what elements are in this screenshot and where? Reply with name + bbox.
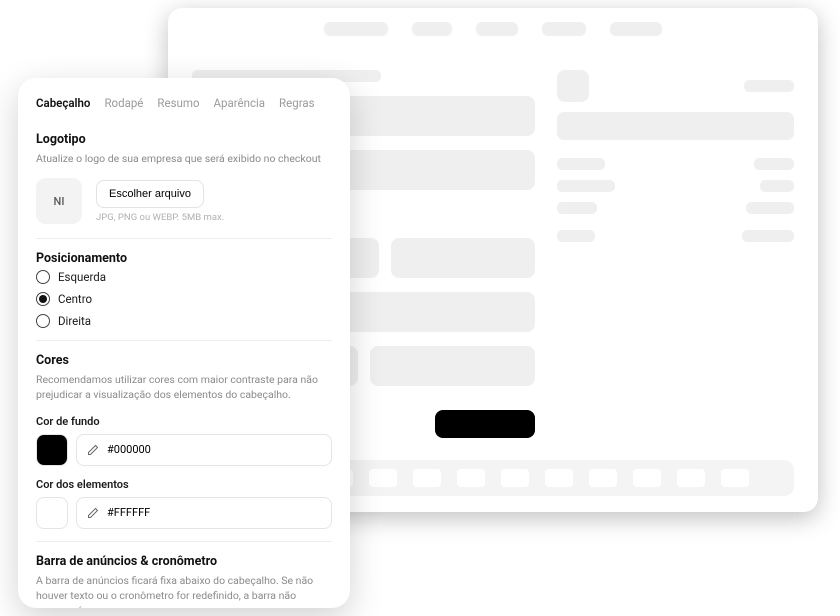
bg-color-input[interactable] xyxy=(107,443,321,456)
pencil-icon xyxy=(87,444,99,456)
skeleton xyxy=(413,469,441,487)
divider xyxy=(36,541,332,542)
bg-color-label: Cor de fundo xyxy=(36,415,332,428)
skeleton xyxy=(412,22,452,36)
bg-color-swatch[interactable] xyxy=(36,434,68,466)
radio-right[interactable]: Direita xyxy=(36,314,332,328)
radio-left-label: Esquerda xyxy=(58,270,106,284)
position-section-title: Posicionamento xyxy=(36,251,332,266)
el-color-swatch[interactable] xyxy=(36,497,68,529)
position-radio-group: Esquerda Centro Direita xyxy=(36,270,332,328)
settings-panel: Cabeçalho Rodapé Resumo Aparência Regras… xyxy=(18,78,350,608)
announce-section-title: Barra de anúncios & cronômetro xyxy=(36,554,332,569)
skeleton xyxy=(557,112,794,140)
bg-color-input-wrapper[interactable] xyxy=(76,434,332,466)
tab-resumo[interactable]: Resumo xyxy=(157,96,199,110)
divider xyxy=(36,238,332,239)
preview-right-column xyxy=(557,70,794,438)
el-color-input[interactable] xyxy=(107,506,321,519)
skeleton xyxy=(610,22,662,36)
radio-right-label: Direita xyxy=(58,314,91,328)
skeleton xyxy=(542,22,586,36)
skeleton xyxy=(589,469,617,487)
skeleton xyxy=(557,230,595,242)
file-hint: JPG, PNG ou WEBP. 5MB max. xyxy=(96,212,224,223)
skeleton xyxy=(370,346,536,386)
choose-file-button[interactable]: Escolher arquivo xyxy=(96,180,204,208)
skeleton xyxy=(324,22,388,36)
skeleton xyxy=(369,469,397,487)
skeleton xyxy=(557,202,597,214)
preview-topbar xyxy=(168,8,818,50)
skeleton xyxy=(457,469,485,487)
skeleton xyxy=(633,469,661,487)
radio-left[interactable]: Esquerda xyxy=(36,270,332,284)
skeleton xyxy=(501,469,529,487)
skeleton xyxy=(557,180,615,192)
logo-section-desc: Atualize o logo de sua empresa que será … xyxy=(36,151,332,166)
colors-section-title: Cores xyxy=(36,353,332,368)
tab-aparencia[interactable]: Aparência xyxy=(214,96,266,110)
tab-rodape[interactable]: Rodapé xyxy=(104,96,143,110)
skeleton xyxy=(754,158,794,170)
skeleton xyxy=(746,202,794,214)
skeleton xyxy=(677,469,705,487)
pencil-icon xyxy=(87,507,99,519)
radio-dot-icon xyxy=(36,270,50,284)
logo-section-title: Logotipo xyxy=(36,132,332,147)
skeleton xyxy=(557,70,589,102)
divider xyxy=(36,340,332,341)
radio-dot-icon xyxy=(36,292,50,306)
el-color-input-wrapper[interactable] xyxy=(76,497,332,529)
skeleton xyxy=(476,22,518,36)
skeleton xyxy=(744,80,794,92)
radio-dot-icon xyxy=(36,314,50,328)
skeleton xyxy=(391,238,535,278)
el-color-label: Cor dos elementos xyxy=(36,478,332,491)
skeleton xyxy=(545,469,573,487)
skeleton xyxy=(721,469,749,487)
radio-center[interactable]: Centro xyxy=(36,292,332,306)
tab-bar: Cabeçalho Rodapé Resumo Aparência Regras xyxy=(36,96,332,110)
radio-center-label: Centro xyxy=(58,292,92,306)
colors-section-desc: Recomendamos utilizar cores com maior co… xyxy=(36,372,332,402)
announce-section-desc: A barra de anúncios ficará fixa abaixo d… xyxy=(36,573,332,608)
skeleton xyxy=(557,158,605,170)
tab-cabecalho[interactable]: Cabeçalho xyxy=(36,96,90,110)
logo-preview: NI xyxy=(36,178,82,224)
skeleton xyxy=(742,230,794,242)
skeleton xyxy=(760,180,794,192)
preview-cta-button xyxy=(435,410,535,438)
tab-regras[interactable]: Regras xyxy=(279,96,315,110)
